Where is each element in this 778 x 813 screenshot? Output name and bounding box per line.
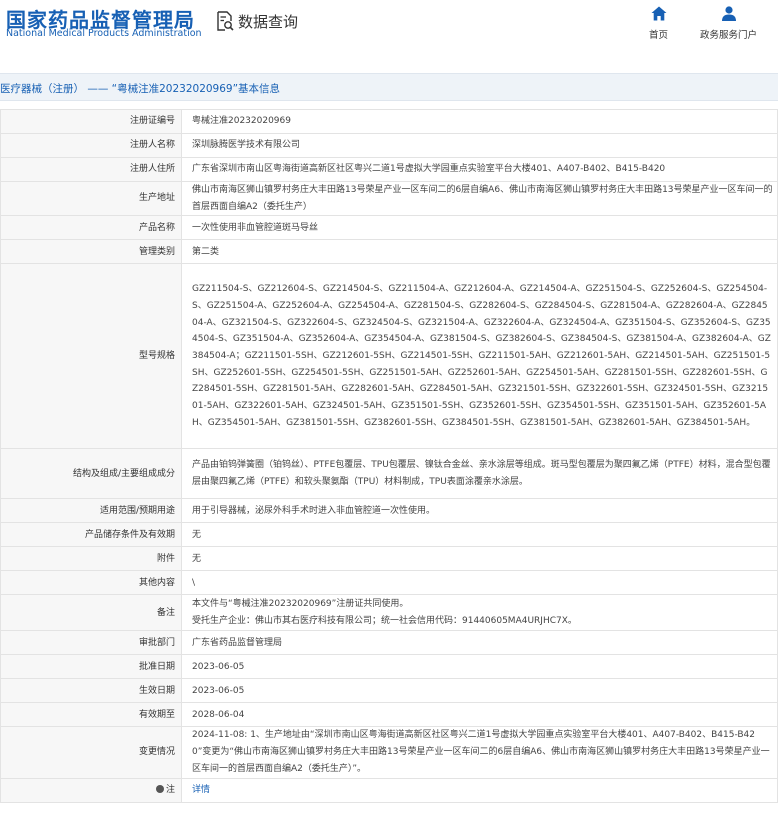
table-row: 产品储存条件及有效期无 (0, 522, 778, 548)
note-value-cell: 详情 (181, 777, 778, 803)
field-value: 广东省深圳市南山区粤海街道高新区社区粤兴二道1号虚拟大学园重点实验室平台大楼40… (181, 157, 778, 182)
nav-service-portal-label: 政务服务门户 (700, 30, 758, 41)
field-label: 变更情况 (0, 726, 182, 779)
field-value: 用于引导器械，泌尿外科手术时进入非血管腔道一次性使用。 (181, 498, 778, 524)
nav-service-portal[interactable]: 政务服务门户 (700, 6, 757, 41)
field-label: 附件 (0, 546, 182, 572)
device-info-table: 注册证编号 粤械注准20232020969 注册人名称 深圳脉腾医学技术有限公司 注册人… (0, 109, 778, 803)
table-row: 生产地址 佛山市南海区狮山镇罗村务庄大丰田路13号荣星产业一区车间二的6层自编A6… (0, 180, 778, 217)
table-row: 变更情况 2024-11-08: 1、生产地址由“深圳市南山区粤海街道高新区社区粤… (0, 726, 778, 779)
field-value: 产品由铂钨弹簧圈（铂钨丝）、PTFE包覆层、TPU包覆层、镍钛合金丝、亲水涂层等… (181, 448, 778, 500)
field-label: 注册证编号 (0, 109, 182, 134)
pin-icon (155, 785, 164, 794)
note-label: 注 (165, 784, 175, 795)
field-value: 无 (181, 546, 778, 572)
table-row: 管理类别 第二类 (0, 239, 778, 265)
table-row: 审批部门 广东省药品监督管理局 (0, 630, 778, 656)
table-row: 附件无 (0, 546, 778, 572)
table-row: 有效期至 2028-06-04 (0, 702, 778, 728)
table-row: 注册人名称 深圳脉腾医学技术有限公司 (0, 133, 778, 158)
table-row: 生效日期 2023-06-05 (0, 678, 778, 704)
site-header: 国家药品监督管理局 National Medical Products Admi… (0, 0, 778, 60)
field-label: 其他内容 (0, 570, 182, 596)
field-label: 生效日期 (0, 678, 182, 704)
data-query-title: 数据查询 (216, 10, 298, 32)
breadcrumb-text: 医疗器械（注册） —— “粤械注准20232020969”基本信息 (0, 83, 281, 95)
field-value: 本文件与“粤械注准20232020969”注册证共同使用。 受托生产企业：佛山市… (181, 594, 778, 632)
field-label: 批准日期 (0, 654, 182, 680)
field-label: 生产地址 (0, 180, 182, 217)
table-row: 备注 本文件与“粤械注准20232020969”注册证共同使用。 受托生产企业：佛… (0, 594, 778, 632)
field-label: 管理类别 (0, 239, 182, 265)
table-row: 结构及组成/主要组成成分 产品由铂钨弹簧圈（铂钨丝）、PTFE包覆层、TPU包覆层… (0, 448, 778, 500)
note-label-cell: 注 (0, 777, 182, 803)
breadcrumb: 医疗器械（注册） —— “粤械注准20232020969”基本信息 (0, 73, 778, 101)
site-logo-en[interactable]: National Medical Products Administration (6, 28, 202, 39)
table-row: 注册证编号 粤械注准20232020969 (0, 109, 778, 134)
nav-home-label: 首页 (649, 30, 669, 41)
table-row: 批准日期 2023-06-05 (0, 654, 778, 680)
field-value: 粤械注准20232020969 (181, 109, 778, 134)
data-query-label: 数据查询 (238, 12, 299, 31)
field-value: 第二类 (181, 239, 778, 265)
field-label: 产品名称 (0, 215, 182, 241)
field-label: 有效期至 (0, 702, 182, 728)
table-row: 适用范围/预期用途 用于引导器械，泌尿外科手术时进入非血管腔道一次性使用。 (0, 498, 778, 524)
field-value: 2023-06-05 (181, 654, 778, 680)
field-label: 适用范围/预期用途 (0, 498, 182, 524)
home-icon (651, 6, 666, 21)
table-row: 产品名称 一次性使用非血管腔道斑马导丝 (0, 215, 778, 241)
field-value: 广东省药品监督管理局 (181, 630, 778, 656)
table-row: 注册人住所 广东省深圳市南山区粤海街道高新区社区粤兴二道1号虚拟大学园重点实验室平… (0, 157, 778, 182)
field-label: 结构及组成/主要组成成分 (0, 448, 182, 500)
field-value: 深圳脉腾医学技术有限公司 (181, 133, 778, 158)
user-icon (721, 6, 736, 21)
field-label: 注册人名称 (0, 133, 182, 158)
field-value: 2024-11-08: 1、生产地址由“深圳市南山区粤海街道高新区社区粤兴二道1… (181, 726, 778, 779)
details-link[interactable]: 详情 (192, 785, 210, 795)
field-label: 型号规格 (0, 263, 182, 450)
field-value: 佛山市南海区狮山镇罗村务庄大丰田路13号荣星产业一区车间二的6层自编A6、佛山市… (181, 180, 778, 217)
field-label: 产品储存条件及有效期 (0, 522, 182, 548)
field-label: 备注 (0, 594, 182, 632)
field-label: 审批部门 (0, 630, 182, 656)
field-value: 2023-06-05 (181, 678, 778, 704)
table-row-note: 注 详情 (0, 777, 778, 803)
document-search-icon (217, 11, 234, 31)
field-value: \ (181, 570, 778, 596)
field-value: 无 (181, 522, 778, 548)
field-label: 注册人住所 (0, 157, 182, 182)
table-row: 型号规格 GZ211504-S、GZ212604-S、GZ214504-S、GZ2… (0, 263, 778, 450)
field-value: 一次性使用非血管腔道斑马导丝 (181, 215, 778, 241)
table-row: 其他内容 \ (0, 570, 778, 596)
field-value: 2028-06-04 (181, 702, 778, 728)
field-value: GZ211504-S、GZ212604-S、GZ214504-S、GZ21150… (181, 263, 778, 450)
nav-home[interactable]: 首页 (649, 6, 668, 41)
